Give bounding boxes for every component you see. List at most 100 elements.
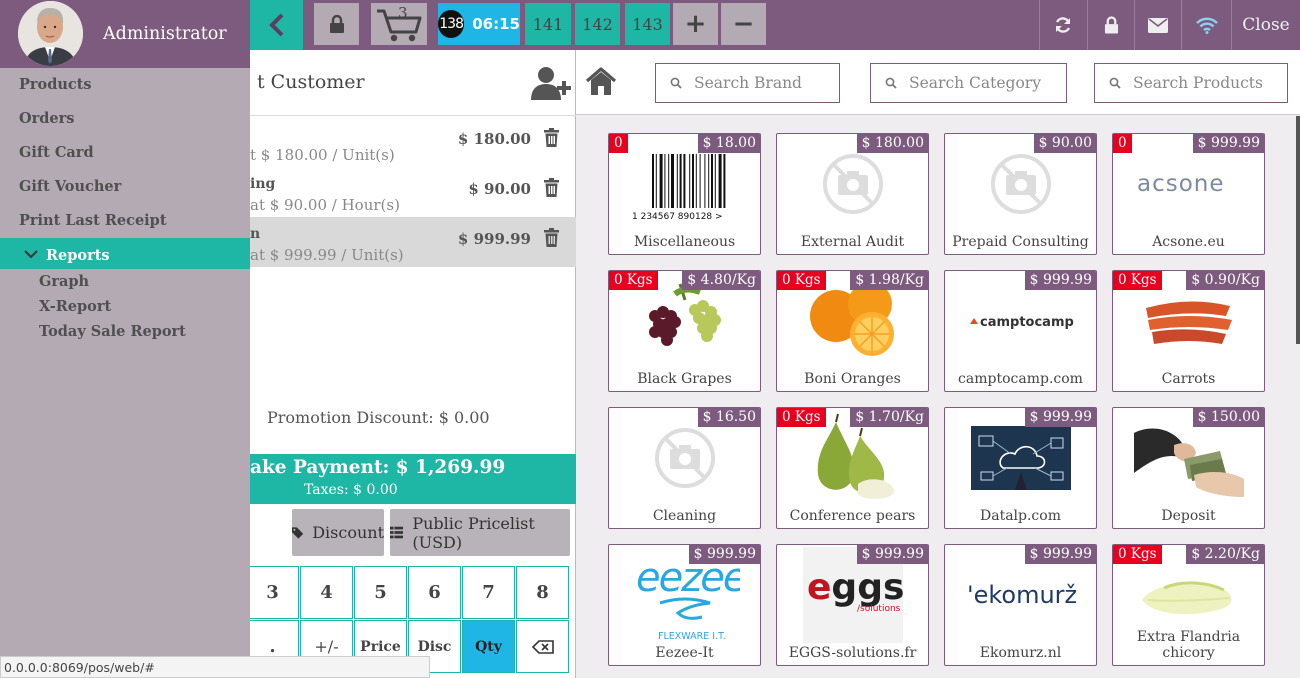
search-products-placeholder: Search Products — [1133, 74, 1263, 92]
orderline[interactable]: t $ 180.00 / Unit(s) $ 180.00 — [250, 117, 576, 167]
sidebar-item-gift-card[interactable]: Gift Card — [19, 144, 94, 161]
product-name: Acsone.eu — [1152, 234, 1225, 250]
product-card[interactable]: $ 1.98/Kg 0 Kgs Boni Oranges — [776, 270, 929, 392]
add-user-icon[interactable] — [530, 66, 572, 102]
product-card[interactable]: $ 16.50 Cleaning — [608, 407, 761, 529]
orderline[interactable]: ing at $ 90.00 / Hour(s) $ 90.00 — [250, 167, 576, 217]
acsone-logo: acsone — [1137, 171, 1225, 197]
close-label: Close — [1242, 15, 1290, 35]
svg-text:acsone: acsone — [1137, 171, 1225, 197]
sidebar-item-gift-voucher[interactable]: Gift Voucher — [19, 178, 121, 195]
product-card[interactable]: 1 234567 890128 > $ 18.00 0 Miscellaneous — [608, 133, 761, 255]
messages-button[interactable] — [1134, 0, 1181, 50]
order-panel: t Customer t $ 180.00 / Unit(s) $ 180.00… — [246, 50, 576, 678]
payment-button[interactable]: ake Payment: $ 1,269.99 Taxes: $ 0.00 — [250, 454, 576, 504]
orderlines: t $ 180.00 / Unit(s) $ 180.00 ing at $ 9… — [250, 117, 576, 267]
sidebar-subitem-graph[interactable]: Graph — [39, 273, 89, 290]
search-brand-input[interactable]: Search Brand — [655, 63, 840, 103]
product-price-tag: $ 999.99 — [1024, 545, 1096, 564]
numpad-key[interactable]: 4 — [300, 566, 353, 619]
trash-icon[interactable] — [543, 228, 560, 247]
numpad-key[interactable]: 8 — [516, 566, 569, 619]
product-name: External Audit — [800, 234, 905, 250]
lock-icon — [329, 15, 344, 33]
scrollbar-thumb[interactable] — [1296, 116, 1300, 344]
order-tab-active[interactable]: 138 06:15 — [438, 3, 520, 45]
product-card[interactable]: eezee FLEXWARE I.T. $ 999.99 Eezee-It — [608, 544, 761, 666]
home-icon[interactable] — [585, 66, 617, 98]
search-products-input[interactable]: Search Products — [1094, 63, 1288, 103]
product-card[interactable]: camptocamp $ 999.99 camptocamp.com — [944, 270, 1097, 392]
product-price-tag: $ 90.00 — [1033, 134, 1096, 153]
lock-screen-button[interactable] — [1087, 0, 1134, 50]
order-tab-label: 142 — [582, 14, 613, 34]
product-card[interactable]: $ 0.90/Kg 0 Kgs Carrots — [1112, 270, 1265, 392]
order-time: 06:15 — [472, 15, 520, 33]
sidebar-subitem-x-report[interactable]: X-Report — [39, 298, 111, 315]
product-name: Boni Oranges — [804, 371, 901, 387]
pricelist-label: Public Pricelist (USD) — [412, 513, 535, 552]
list-icon — [390, 526, 404, 539]
order-tab[interactable]: 143 — [625, 3, 670, 45]
sidebar-item-print-last-receipt[interactable]: Print Last Receipt — [19, 212, 167, 229]
sidebar-subitem-today-sale-report[interactable]: Today Sale Report — [39, 323, 186, 340]
lock-order-button[interactable] — [314, 3, 359, 45]
order-tab-label: 143 — [632, 14, 663, 34]
connection-status[interactable] — [1181, 0, 1231, 50]
product-card[interactable]: $ 90.00 Prepaid Consulting — [944, 133, 1097, 255]
numpad-mode-quantity[interactable]: Qty — [462, 620, 515, 673]
product-price-tag: $ 999.99 — [1024, 271, 1096, 290]
orderline-price: $ 999.99 — [457, 230, 531, 248]
sidebar-menu: Administrator Products Orders Gift Card … — [0, 0, 250, 678]
product-stock-badge: 0 Kgs — [777, 271, 826, 290]
order-tab[interactable]: 141 — [525, 3, 571, 45]
orderline-detail: at $ 90.00 / Hour(s) — [250, 196, 400, 214]
new-order-button[interactable]: + — [673, 3, 718, 45]
product-card[interactable]: eggs/solutions $ 999.99 EGGS-solutions.fr — [776, 544, 929, 666]
sidebar-item-products[interactable]: Products — [19, 76, 92, 93]
avatar — [18, 1, 83, 66]
camera-placeholder-icon — [654, 428, 715, 488]
product-price-tag: $ 999.99 — [856, 545, 928, 564]
discount-button[interactable]: Discount — [292, 509, 384, 556]
product-price-tag: $ 16.50 — [697, 408, 760, 427]
product-card[interactable]: $ 999.99 Datalp.com — [944, 407, 1097, 529]
orderline-selected[interactable]: n at $ 999.99 / Unit(s) $ 999.99 — [250, 217, 576, 267]
product-card[interactable]: acsone $ 999.99 0 Acsone.eu — [1112, 133, 1265, 255]
trash-icon[interactable] — [543, 128, 560, 147]
product-card[interactable]: $ 4.80/Kg 0 Kgs Black Grapes — [608, 270, 761, 392]
product-stock-badge: 0 Kgs — [777, 408, 826, 427]
sidebar-item-reports[interactable]: Reports — [0, 238, 250, 269]
product-card[interactable]: $ 150.00 Deposit — [1112, 407, 1265, 529]
trash-icon[interactable] — [543, 178, 560, 197]
numpad-key[interactable]: 3 — [246, 566, 299, 619]
delete-order-button[interactable]: − — [721, 3, 766, 45]
close-button[interactable]: Close — [1231, 0, 1300, 50]
customer-row[interactable]: t Customer — [250, 50, 576, 116]
product-card[interactable]: 'ekomurž $ 999.99 Ekomurz.nl — [944, 544, 1097, 666]
backspace-button[interactable] — [516, 620, 569, 673]
product-price-tag: $ 0.90/Kg — [1186, 271, 1264, 290]
cart-button[interactable]: 3 — [371, 3, 427, 45]
numpad-key[interactable]: 6 — [408, 566, 461, 619]
cart-count: 3 — [398, 4, 408, 22]
order-tab[interactable]: 142 — [575, 3, 620, 45]
browser-status-url: 0.0.0.0:8069/pos/web/# — [0, 656, 430, 678]
back-button[interactable] — [250, 0, 303, 50]
product-name: Eezee-It — [655, 645, 714, 661]
product-card[interactable]: $ 1.70/Kg 0 Kgs Conference pears — [776, 407, 929, 529]
product-name: Carrots — [1161, 371, 1216, 387]
sync-button[interactable] — [1039, 0, 1086, 50]
search-category-input[interactable]: Search Category — [870, 63, 1067, 103]
chevron-left-icon — [268, 13, 283, 37]
svg-text:'ekomurž: 'ekomurž — [967, 581, 1077, 609]
svg-text:1 234567 890128 >: 1 234567 890128 > — [632, 212, 723, 222]
product-card[interactable]: $ 2.20/Kg 0 Kgs Extra Flandria chicory — [1112, 544, 1265, 666]
product-card[interactable]: $ 180.00 External Audit — [776, 133, 929, 255]
numpad-key[interactable]: 5 — [354, 566, 407, 619]
sidebar-item-orders[interactable]: Orders — [19, 110, 74, 127]
product-price-tag: $ 1.70/Kg — [850, 408, 928, 427]
pricelist-button[interactable]: Public Pricelist (USD) — [390, 509, 570, 556]
svg-text:camptocamp: camptocamp — [980, 315, 1074, 330]
numpad-key[interactable]: 7 — [462, 566, 515, 619]
